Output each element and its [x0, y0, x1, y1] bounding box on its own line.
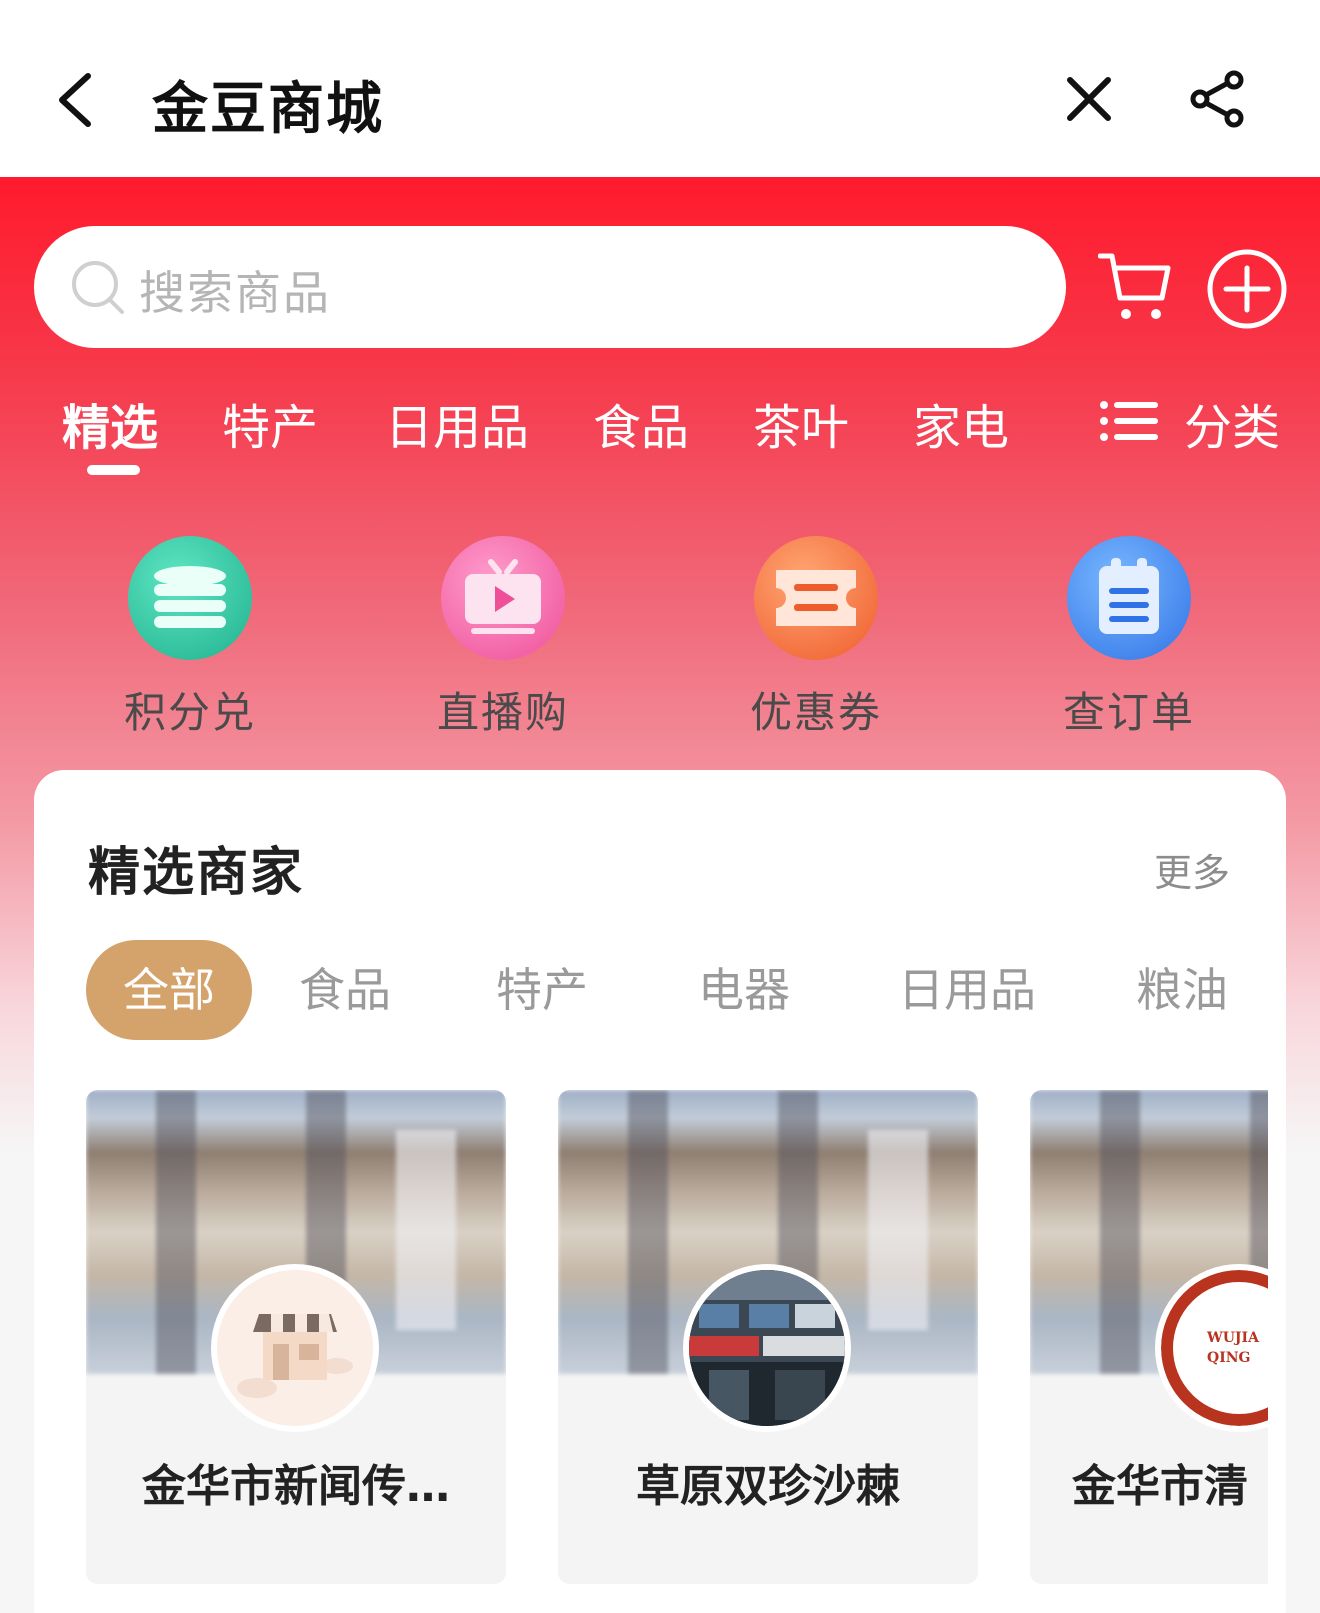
circular-brand-logo: WUJIA QING	[1161, 1270, 1268, 1426]
check-orders-label: 查订单	[1062, 688, 1195, 737]
search-input[interactable]: 搜索商品	[34, 226, 1066, 348]
store-logo	[211, 1264, 379, 1432]
tab-food[interactable]: 食品	[593, 388, 689, 458]
store-card[interactable]: 金华市新闻传…	[86, 1090, 506, 1584]
store-name: 金华市清	[1072, 1461, 1248, 1512]
plus-circle-icon	[1207, 249, 1287, 329]
merchant-filter-chips: 全部 食品 特产 电器 日用品 粮油	[86, 940, 1268, 1040]
close-icon	[1067, 77, 1111, 121]
back-button[interactable]	[52, 70, 106, 130]
chip-food[interactable]: 食品	[299, 940, 391, 1040]
cart-icon	[1097, 253, 1171, 319]
tv-play-icon	[441, 536, 565, 660]
chip-appliances[interactable]: 电器	[698, 940, 790, 1040]
coupon-label: 优惠券	[749, 688, 882, 737]
live-shopping-label: 直播购	[436, 688, 569, 737]
store-name: 金华市新闻传…	[142, 1461, 450, 1512]
chip-all[interactable]: 全部	[86, 940, 252, 1040]
store-name: 草原双珍沙棘	[636, 1461, 900, 1512]
search-placeholder: 搜索商品	[139, 266, 331, 320]
logo-text-1: WUJIA	[1206, 1330, 1260, 1346]
section-title: 精选商家	[88, 843, 305, 903]
classify-label: 分类	[1184, 400, 1281, 456]
store-logo	[683, 1264, 851, 1432]
logo-text-2: QING	[1207, 1350, 1251, 1366]
tab-daily-goods[interactable]: 日用品	[385, 388, 529, 458]
tab-specialty[interactable]: 特产	[222, 388, 318, 458]
chevron-left-icon	[59, 73, 91, 127]
chip-grain-oil[interactable]: 粮油	[1136, 940, 1228, 1040]
featured-merchants-card: 精选商家 更多 全部 食品 特产 电器 日用品 粮油 金华市新闻传… 草原双珍沙…	[34, 770, 1286, 1613]
close-button[interactable]	[1064, 74, 1114, 124]
search-icon	[72, 261, 124, 314]
share-icon	[1190, 70, 1244, 128]
live-shopping-button[interactable]: 直播购	[403, 536, 603, 737]
chip-daily-goods[interactable]: 日用品	[898, 940, 1036, 1040]
store-card[interactable]: 草原双珍沙棘	[558, 1090, 978, 1584]
list-menu-icon	[1100, 401, 1158, 441]
tab-active-indicator	[87, 465, 140, 475]
coupon-button[interactable]: 优惠券	[716, 536, 916, 737]
check-orders-button[interactable]: 查订单	[1029, 536, 1229, 737]
coin-stack-icon	[128, 536, 252, 660]
store-carousel: 金华市新闻传… 草原双珍沙棘 WUJIA QING 金华市清	[86, 1090, 1268, 1590]
storefront-icon	[217, 1270, 373, 1426]
chip-specialty[interactable]: 特产	[496, 940, 588, 1040]
building-photo-icon	[689, 1270, 845, 1426]
add-button[interactable]	[1206, 248, 1288, 330]
cart-button[interactable]	[1097, 250, 1172, 324]
store-card[interactable]: WUJIA QING 金华市清	[1030, 1090, 1268, 1584]
points-exchange-label: 积分兑	[123, 688, 256, 737]
ticket-icon	[754, 536, 878, 660]
more-link[interactable]: 更多	[1154, 842, 1230, 897]
clipboard-icon	[1067, 536, 1191, 660]
points-exchange-button[interactable]: 积分兑	[90, 536, 290, 737]
page-title: 金豆商城	[152, 77, 384, 142]
tab-appliances[interactable]: 家电	[913, 388, 1009, 458]
share-button[interactable]	[1190, 70, 1246, 128]
title-bar: 金豆商城	[0, 0, 1320, 177]
tab-tea[interactable]: 茶叶	[753, 388, 849, 458]
tab-selected[interactable]: 精选	[62, 388, 158, 458]
